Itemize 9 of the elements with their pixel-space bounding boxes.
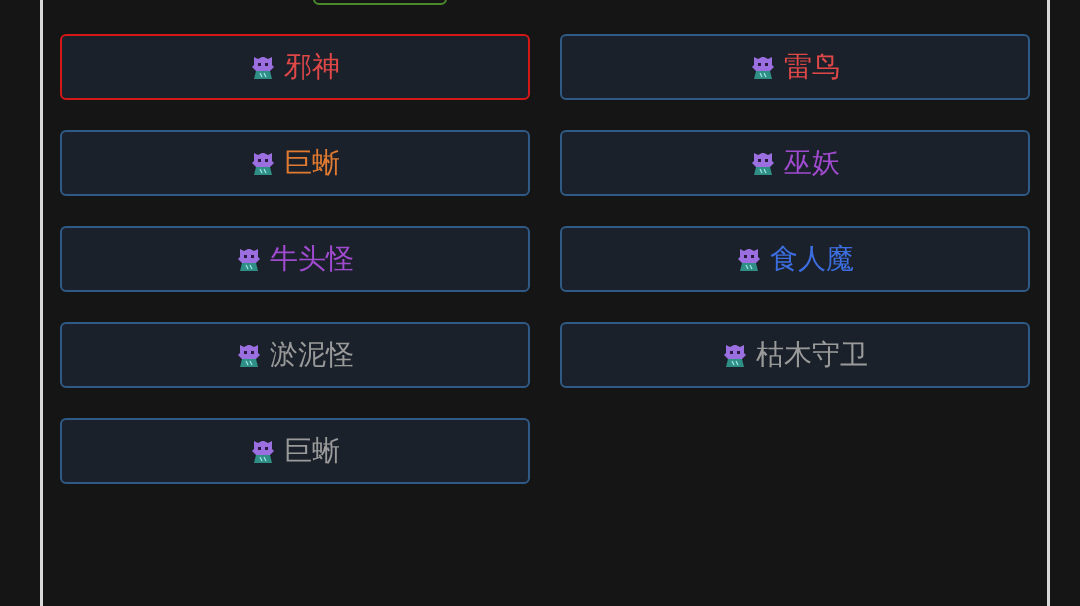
monster-button[interactable]: 食人魔 xyxy=(560,226,1030,292)
monster-button[interactable]: 雷鸟 xyxy=(560,34,1030,100)
monster-button[interactable]: 枯木守卫 xyxy=(560,322,1030,388)
monster-button[interactable]: 巨蜥 xyxy=(60,130,530,196)
monster-button[interactable]: 牛头怪 xyxy=(60,226,530,292)
monster-button[interactable]: 巫妖 xyxy=(560,130,1030,196)
monster-button[interactable]: 邪神 xyxy=(60,34,530,100)
monster-button[interactable]: 巨蜥 xyxy=(60,418,530,484)
monster-button[interactable]: 淤泥怪 xyxy=(60,322,530,388)
